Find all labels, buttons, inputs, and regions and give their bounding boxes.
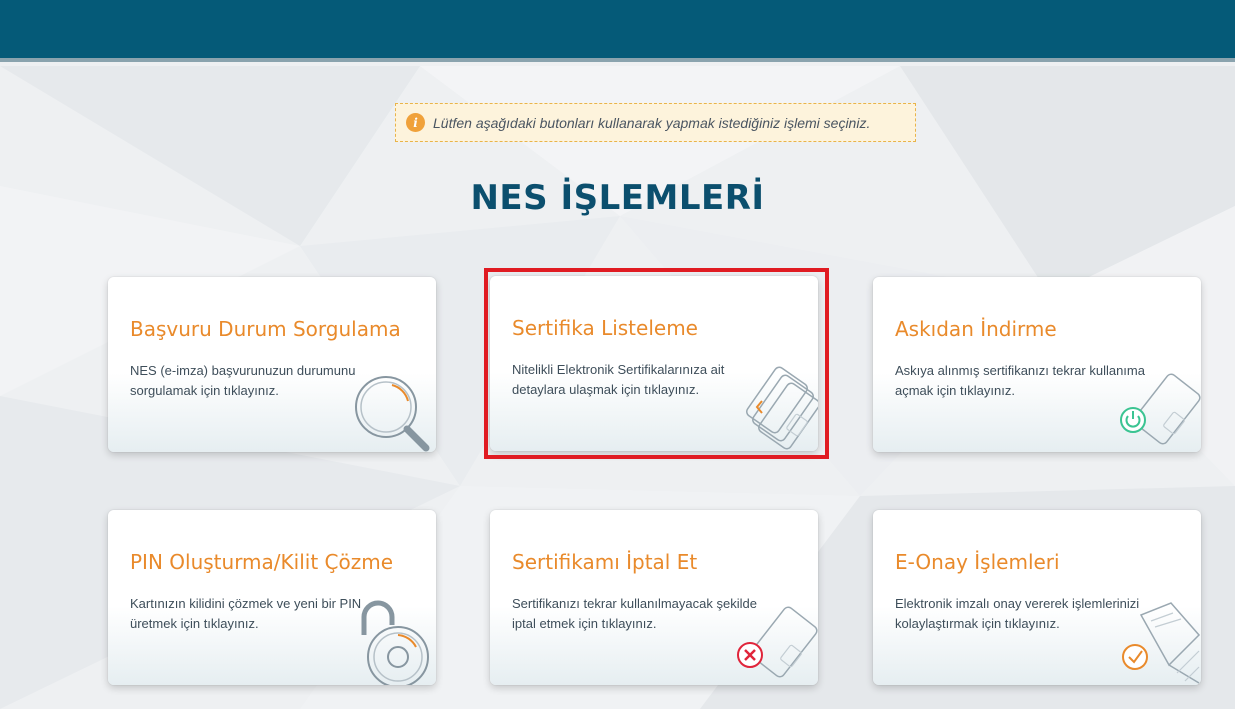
card-description: Kartınızın kilidini çözmek ve yeni bir P… (130, 596, 362, 631)
card-list-icon (746, 366, 818, 450)
top-header-bar (0, 0, 1235, 62)
magnifier-icon (355, 376, 430, 452)
notice-text: Lütfen aşağıdaki butonları kullanarak ya… (433, 114, 871, 131)
info-icon: i (406, 113, 425, 132)
card-title: Sertifika Listeleme (512, 316, 698, 340)
card-description: Askıya alınmış sertifikanızı tekrar kull… (895, 363, 1145, 398)
card-title: Başvuru Durum Sorgulama (130, 317, 401, 341)
card-basvuru-durum-sorgulama[interactable]: Başvuru Durum Sorgulama NES (e-imza) baş… (108, 277, 436, 452)
document-check-icon (1122, 602, 1201, 684)
info-notice: i Lütfen aşağıdaki butonları kullanarak … (395, 103, 916, 142)
card-description: NES (e-imza) başvurunuzun durumunu sorgu… (130, 363, 356, 398)
card-pin-olusturma[interactable]: PIN Oluşturma/Kilit Çözme Kartınızın kil… (108, 510, 436, 685)
card-description: Sertifikanızı tekrar kullanılmayacak şek… (512, 596, 757, 631)
page-title: NES İŞLEMLERİ (470, 178, 765, 218)
card-title: Sertifikamı İptal Et (512, 550, 698, 574)
card-title: Askıdan İndirme (895, 317, 1057, 341)
card-cancel-icon (737, 606, 818, 678)
padlock-icon (361, 600, 429, 685)
card-title: PIN Oluşturma/Kilit Çözme (130, 550, 394, 574)
card-description: Nitelikli Elektronik Sertifikalarınıza a… (512, 362, 725, 397)
card-askidan-indirme[interactable]: Askıdan İndirme Askıya alınmış sertifika… (873, 277, 1201, 452)
card-e-onay[interactable]: E-Onay İşlemleri Elektronik imzalı onay … (873, 510, 1201, 685)
card-sertifika-iptal[interactable]: Sertifikamı İptal Et Sertifikanızı tekra… (490, 510, 818, 685)
card-sertifika-listeleme[interactable]: Sertifika Listeleme Nitelikli Elektronik… (490, 276, 818, 451)
card-title: E-Onay İşlemleri (895, 550, 1060, 574)
card-power-icon (1120, 373, 1201, 445)
card-description: Elektronik imzalı onay vererek işlemleri… (895, 596, 1140, 631)
